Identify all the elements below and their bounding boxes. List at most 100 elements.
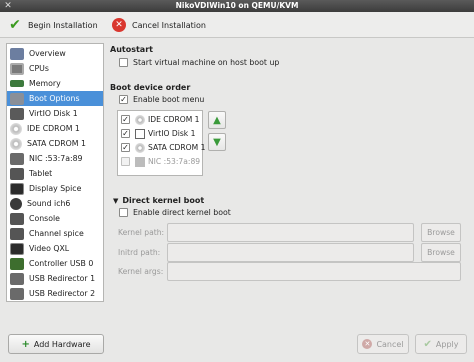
sidebar-item-cpus[interactable]: CPUs: [7, 61, 103, 76]
enable-direct-kernel-box[interactable]: [119, 208, 128, 217]
autostart-heading: Autostart: [110, 45, 153, 54]
checkmark-icon: ✔: [9, 17, 21, 33]
cdrom-icon: [135, 114, 145, 125]
cdrom-icon: [135, 142, 145, 153]
sidebar-item-label: Boot Options: [29, 94, 80, 103]
sidebar-item-label: USB Redirector 2: [29, 289, 96, 298]
kernel-path-browse-button[interactable]: Browse: [421, 223, 461, 242]
sidebar-item-label: USB Redirector 1: [29, 274, 96, 283]
sidebar-item-label: VirtIO Disk 1: [29, 109, 78, 118]
sidebar-item-usb-redirector-1[interactable]: USB Redirector 1: [7, 271, 103, 286]
cancel-installation-label: Cancel Installation: [132, 20, 206, 30]
sidebar-item-display-spice[interactable]: Display Spice: [7, 181, 103, 196]
sidebar-item-usb-redirector-2[interactable]: USB Redirector 2: [7, 286, 103, 301]
boot-device-virtio-disk-1[interactable]: ✓ VirtIO Disk 1: [121, 127, 195, 140]
sidebar-item-label: Controller USB 0: [29, 259, 94, 268]
close-window-icon[interactable]: ✕: [3, 1, 13, 11]
sidebar-item-virtio-disk-1[interactable]: VirtIO Disk 1: [7, 106, 103, 121]
nic-icon: [10, 152, 24, 165]
checkmark-icon: ✔: [423, 338, 432, 350]
sidebar-item-label: Channel spice: [29, 229, 84, 238]
arrow-down-icon: ▼: [213, 136, 221, 148]
boot-device-label: NIC :53:7a:89: [148, 157, 201, 166]
usb-redirector-icon: [10, 272, 24, 285]
sidebar-item-label: Sound ich6: [27, 199, 71, 208]
sidebar-item-controller-usb-0[interactable]: Controller USB 0: [7, 256, 103, 271]
sidebar-item-tablet[interactable]: Tablet: [7, 166, 103, 181]
sidebar-item-label: Tablet: [29, 169, 53, 178]
autostart-checkbox-box[interactable]: [119, 58, 128, 67]
begin-installation-button[interactable]: ✔ Begin Installation: [8, 17, 98, 33]
sidebar-item-video-qxl[interactable]: Video QXL: [7, 241, 103, 256]
video-icon: [10, 242, 24, 255]
memory-icon: [10, 80, 24, 87]
initrd-path-label: Initrd path:: [118, 248, 161, 257]
kernel-path-input[interactable]: [167, 223, 414, 242]
enable-boot-menu-checkbox[interactable]: ✓ Enable boot menu: [119, 95, 204, 104]
cancel-button[interactable]: ✕ Cancel: [357, 334, 409, 354]
sidebar-item-sata-cdrom-1[interactable]: SATA CDROM 1: [7, 136, 103, 151]
sidebar-item-overview[interactable]: Overview: [7, 46, 103, 61]
initrd-path-input[interactable]: [167, 243, 414, 262]
enable-boot-menu-label: Enable boot menu: [133, 95, 205, 104]
nic-icon: [135, 156, 145, 167]
cancel-installation-button[interactable]: ✕ Cancel Installation: [112, 17, 206, 33]
enable-direct-kernel-label: Enable direct kernel boot: [133, 208, 231, 217]
begin-installation-label: Begin Installation: [28, 20, 98, 30]
enable-boot-menu-box[interactable]: ✓: [119, 95, 128, 104]
sidebar-item-memory[interactable]: Memory: [7, 76, 103, 91]
boot-device-nic[interactable]: NIC :53:7a:89: [121, 155, 200, 168]
cpu-icon: [10, 62, 24, 75]
boot-device-checkbox[interactable]: ✓: [121, 143, 130, 152]
boot-device-checkbox[interactable]: ✓: [121, 115, 130, 124]
move-up-button[interactable]: ▲: [208, 111, 226, 129]
boot-device-checkbox[interactable]: [121, 157, 130, 166]
console-icon: [10, 212, 24, 225]
boot-device-list: ✓ IDE CDROM 1 ✓ VirtIO Disk 1 ✓ SATA CDR…: [117, 110, 205, 176]
boot-device-label: SATA CDROM 1: [148, 143, 206, 152]
disk-icon: [135, 128, 145, 139]
apply-button[interactable]: ✔ Apply: [415, 334, 467, 354]
boot-device-label: IDE CDROM 1: [148, 115, 200, 124]
sidebar-item-ide-cdrom-1[interactable]: IDE CDROM 1: [7, 121, 103, 136]
sidebar-item-label: Console: [29, 214, 60, 223]
sidebar-item-label: Memory: [29, 79, 61, 88]
add-hardware-label: Add Hardware: [33, 339, 91, 349]
toolbar: ✔ Begin Installation ✕ Cancel Installati…: [0, 12, 474, 38]
cancel-icon: ✕: [362, 339, 373, 349]
autostart-option-label: Start virtual machine on host boot up: [133, 58, 280, 67]
sidebar-item-channel-spice[interactable]: Channel spice: [7, 226, 103, 241]
boot-options-icon: [10, 92, 24, 105]
expander-arrow-icon: ▼: [113, 196, 119, 205]
boot-device-ide-cdrom-1[interactable]: ✓ IDE CDROM 1: [121, 113, 200, 126]
boot-order-heading: Boot device order: [110, 83, 191, 92]
sidebar-item-nic[interactable]: NIC :53:7a:89: [7, 151, 103, 166]
sidebar-item-label: NIC :53:7a:89: [29, 154, 83, 163]
sidebar-item-sound-ich6[interactable]: Sound ich6: [7, 196, 103, 211]
arrow-up-icon: ▲: [213, 114, 221, 126]
kernel-args-input[interactable]: [167, 262, 461, 281]
usb-redirector-icon: [10, 287, 24, 300]
sidebar-item-console[interactable]: Console: [7, 211, 103, 226]
hardware-list: Overview CPUs Memory Boot Options VirtIO…: [6, 43, 104, 302]
sidebar-item-boot-options[interactable]: Boot Options: [7, 91, 103, 106]
sidebar-item-label: CPUs: [29, 64, 49, 73]
controller-icon: [10, 257, 24, 270]
overview-icon: [10, 47, 24, 60]
boot-device-label: VirtIO Disk 1: [148, 129, 196, 138]
sidebar-item-label: Video QXL: [29, 244, 70, 253]
sound-icon: [10, 197, 22, 210]
initrd-path-browse-button[interactable]: Browse: [421, 243, 461, 262]
autostart-checkbox[interactable]: Start virtual machine on host boot up: [119, 58, 279, 67]
direct-kernel-boot-expander[interactable]: ▼ Direct kernel boot: [113, 196, 204, 205]
move-down-button[interactable]: ▼: [208, 133, 226, 151]
sidebar-item-label: Display Spice: [29, 184, 82, 193]
window-titlebar: ✕ NikoVDIWin10 on QEMU/KVM: [0, 0, 474, 12]
display-icon: [10, 182, 24, 195]
enable-direct-kernel-boot-checkbox[interactable]: Enable direct kernel boot: [119, 208, 231, 217]
kernel-args-label: Kernel args:: [118, 267, 164, 276]
boot-device-sata-cdrom-1[interactable]: ✓ SATA CDROM 1: [121, 141, 205, 154]
boot-device-checkbox[interactable]: ✓: [121, 129, 130, 138]
add-hardware-button[interactable]: + Add Hardware: [8, 334, 104, 354]
sidebar-item-label: SATA CDROM 1: [27, 139, 86, 148]
